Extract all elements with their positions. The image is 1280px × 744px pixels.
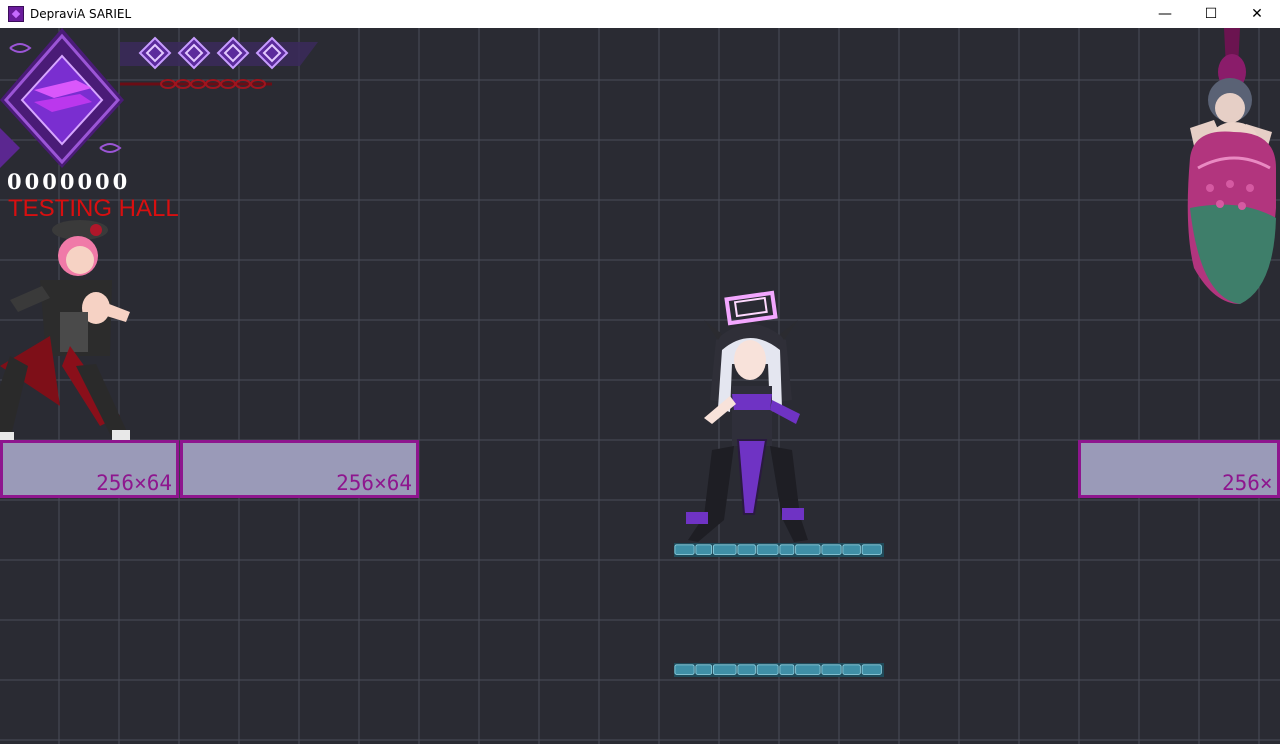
platform-size-label: 256×64 xyxy=(336,471,412,495)
stone-ledge-upper xyxy=(674,543,884,557)
title-bar[interactable]: DepraviA SARIEL — ☐ ✕ xyxy=(0,0,1280,28)
pink-haired-fighter-sprite xyxy=(0,220,130,442)
close-button[interactable]: ✕ xyxy=(1234,0,1280,28)
platform-size-label: 256× xyxy=(1222,471,1273,495)
maximize-button[interactable]: ☐ xyxy=(1188,0,1234,28)
plant-pod-monster-sprite xyxy=(1187,28,1276,304)
platform-size-label: 256×64 xyxy=(96,471,172,495)
game-window: DepraviA SARIEL — ☐ ✕ 0000000 TESTING HA… xyxy=(0,0,1280,744)
hud-emblem xyxy=(0,28,318,168)
window-title: DepraviA SARIEL xyxy=(30,7,132,21)
window-controls: — ☐ ✕ xyxy=(1142,0,1280,28)
app-icon xyxy=(8,6,24,22)
stone-ledge-lower xyxy=(674,663,884,677)
game-canvas[interactable]: 0000000 TESTING HALL 256×64 256×64 256× xyxy=(0,28,1280,744)
score-counter: 0000000 xyxy=(7,169,131,194)
player-nun-sprite xyxy=(686,290,808,542)
platform-block-3: 256× xyxy=(1078,440,1280,498)
platform-block-1: 256×64 xyxy=(0,440,179,498)
platform-block-2: 256×64 xyxy=(180,440,419,498)
minimize-button[interactable]: — xyxy=(1142,0,1188,28)
